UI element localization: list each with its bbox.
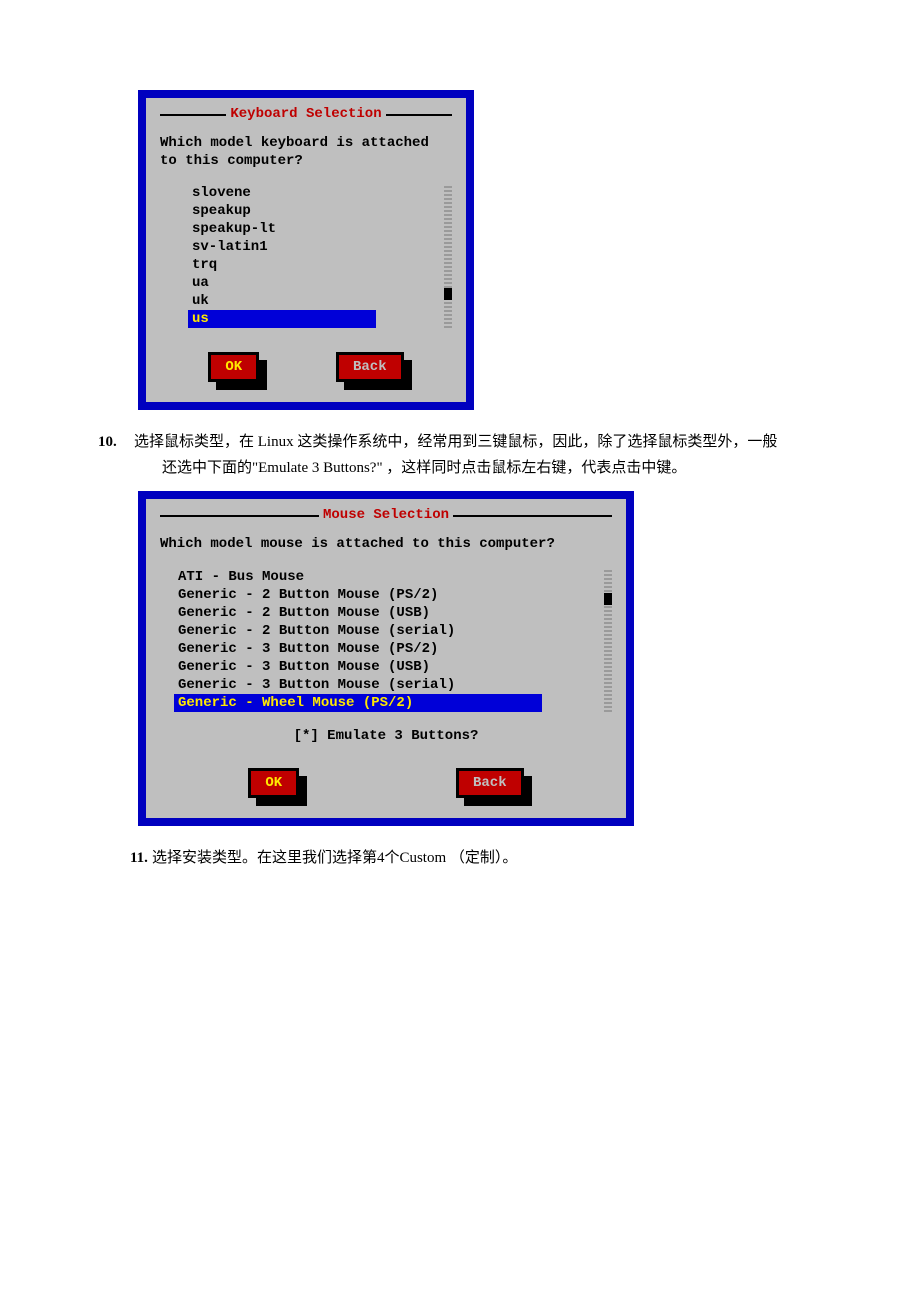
- list-item[interactable]: Generic - 3 Button Mouse (PS/2): [174, 640, 598, 658]
- list-item[interactable]: ATI - Bus Mouse: [174, 568, 598, 586]
- button-row: OK Back: [160, 352, 452, 382]
- back-button[interactable]: Back: [456, 768, 524, 798]
- list-item[interactable]: Generic - 2 Button Mouse (USB): [174, 604, 598, 622]
- step-10-text: 10.选择鼠标类型，在 Linux 这类操作系统中，经常用到三键鼠标，因此，除了…: [130, 430, 790, 481]
- scrollbar[interactable]: [604, 568, 612, 712]
- list-item[interactable]: trq: [188, 256, 438, 274]
- step-11-num: 11.: [130, 846, 148, 872]
- list-item[interactable]: us: [188, 310, 376, 328]
- list-item[interactable]: Generic - 2 Button Mouse (serial): [174, 622, 598, 640]
- ok-button-wrap: OK: [248, 768, 299, 798]
- list-item[interactable]: ua: [188, 274, 438, 292]
- dialog-titlebar: Mouse Selection: [160, 507, 612, 525]
- list-item[interactable]: speakup: [188, 202, 438, 220]
- list-item[interactable]: speakup-lt: [188, 220, 438, 238]
- list-item[interactable]: uk: [188, 292, 438, 310]
- keyboard-selection-dialog: Keyboard Selection Which model keyboard …: [138, 90, 474, 410]
- mouse-selection-dialog: Mouse Selection Which model mouse is att…: [138, 491, 634, 825]
- scrollbar[interactable]: [444, 184, 452, 328]
- list-item[interactable]: Generic - 2 Button Mouse (PS/2): [174, 586, 598, 604]
- keyboard-list-wrap: slovenespeakupspeakup-ltsv-latin1trquauk…: [160, 184, 452, 328]
- ok-button[interactable]: OK: [248, 768, 299, 798]
- dialog-panel: Mouse Selection Which model mouse is att…: [146, 499, 626, 817]
- back-button[interactable]: Back: [336, 352, 404, 382]
- dialog-titlebar: Keyboard Selection: [160, 106, 452, 124]
- step-10-body: 选择鼠标类型，在 Linux 这类操作系统中，经常用到三键鼠标，因此，除了选择鼠…: [134, 434, 777, 476]
- emulate-checkbox[interactable]: [*] Emulate 3 Buttons?: [160, 728, 612, 744]
- scrollbar-thumb[interactable]: [444, 288, 452, 300]
- list-item[interactable]: Generic - Wheel Mouse (PS/2): [174, 694, 542, 712]
- scrollbar-thumb[interactable]: [604, 593, 612, 605]
- mouse-list-wrap: ATI - Bus MouseGeneric - 2 Button Mouse …: [160, 568, 612, 712]
- list-item[interactable]: Generic - 3 Button Mouse (serial): [174, 676, 598, 694]
- button-row: OK Back: [160, 768, 612, 798]
- emulate-checkbox-label: [*] Emulate 3 Buttons?: [294, 728, 479, 744]
- keyboard-list[interactable]: slovenespeakupspeakup-ltsv-latin1trquauk…: [188, 184, 438, 328]
- dialog-prompt: Which model mouse is attached to this co…: [160, 535, 612, 553]
- list-item[interactable]: sv-latin1: [188, 238, 438, 256]
- dialog-title: Keyboard Selection: [226, 106, 385, 122]
- back-button-wrap: Back: [336, 352, 404, 382]
- dialog-title: Mouse Selection: [319, 507, 453, 523]
- mouse-list[interactable]: ATI - Bus MouseGeneric - 2 Button Mouse …: [174, 568, 598, 712]
- dialog-prompt: Which model keyboard is attached to this…: [160, 134, 452, 170]
- step-11-text: 11.选择安装类型。在这里我们选择第4个Custom （定制）。: [130, 846, 790, 872]
- list-item[interactable]: Generic - 3 Button Mouse (USB): [174, 658, 598, 676]
- back-button-wrap: Back: [456, 768, 524, 798]
- ok-button-wrap: OK: [208, 352, 259, 382]
- dialog-panel: Keyboard Selection Which model keyboard …: [146, 98, 466, 402]
- ok-button[interactable]: OK: [208, 352, 259, 382]
- step-11-body: 选择安装类型。在这里我们选择第4个Custom （定制）。: [152, 850, 517, 866]
- list-item[interactable]: slovene: [188, 184, 438, 202]
